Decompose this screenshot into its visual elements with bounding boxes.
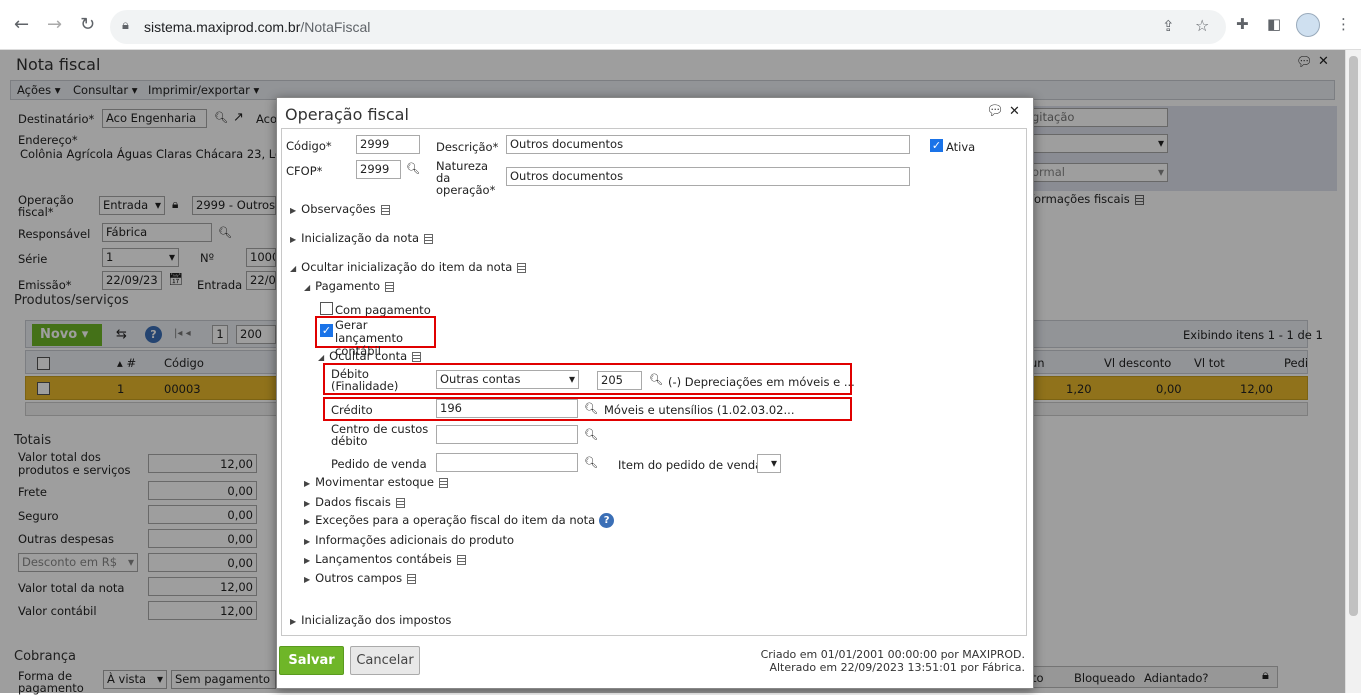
descricao-label: Descrição* <box>436 140 499 154</box>
section-pagamento[interactable]: ◢ Pagamento <box>304 279 395 293</box>
side-panel-icon[interactable]: ◧ <box>1267 15 1281 33</box>
credito-label: Crédito <box>331 403 373 417</box>
cfop-field[interactable]: 2999 <box>356 160 401 179</box>
more-menu-icon[interactable]: ⋮ <box>1336 15 1351 33</box>
section-outros-campos[interactable]: ▶ Outros campos <box>304 571 417 585</box>
extensions-icon[interactable]: ✚ <box>1236 15 1249 33</box>
com-pagamento-checkbox[interactable] <box>320 302 333 315</box>
search-icon[interactable]: 🔍︎ <box>584 428 598 441</box>
created-text: Criado em 01/01/2001 00:00:00 por MAXIPR… <box>760 648 1025 661</box>
pedido-venda-field[interactable] <box>436 453 578 472</box>
altered-text: Alterado em 22/09/2023 13:51:01 por Fábr… <box>769 661 1025 674</box>
dialog-body: Código* 2999 Descrição* Outros documento… <box>281 128 1027 636</box>
share-icon[interactable]: ⇪ <box>1162 17 1175 35</box>
section-info-adicionais[interactable]: ▶ Informações adicionais do produto <box>304 533 514 547</box>
natureza-label: Natureza da operação* <box>436 159 496 197</box>
address-bar[interactable]: 🔒︎ sistema.maxiprod.com.br/NotaFiscal ⇪ … <box>110 10 1226 44</box>
cfop-label: CFOP* <box>286 164 323 178</box>
help-icon[interactable]: ? <box>599 513 615 528</box>
debito-desc: (-) Depreciações em móveis e ... <box>668 375 855 389</box>
search-icon[interactable]: 🔍︎ <box>584 402 598 415</box>
url-path: /NotaFiscal <box>300 19 371 35</box>
url-host: sistema.maxiprod.com.br <box>144 19 301 35</box>
profile-avatar[interactable] <box>1296 13 1320 37</box>
comment-icon[interactable]: 💬︎ <box>986 103 1004 119</box>
centro-custos-label: Centro de custos débito <box>331 422 429 448</box>
credito-code-field[interactable]: 196 <box>436 399 578 418</box>
com-pagamento-label: Com pagamento <box>335 303 431 317</box>
section-inicializacao-impostos[interactable]: ▶ Inicialização dos impostos <box>290 613 451 627</box>
pedido-venda-label: Pedido de venda <box>331 457 427 471</box>
page-scrollbar[interactable] <box>1345 50 1361 693</box>
back-icon[interactable]: ← <box>14 14 29 35</box>
section-movimentar-estoque[interactable]: ▶ Movimentar estoque <box>304 475 448 489</box>
section-lancamentos[interactable]: ▶ Lançamentos contábeis <box>304 552 466 566</box>
centro-custos-field[interactable] <box>436 425 578 444</box>
section-ocultar-conta[interactable]: ◢ Ocultar conta <box>318 349 422 363</box>
section-inicializacao-nota[interactable]: ▶ Inicialização da nota <box>290 231 434 245</box>
codigo-field[interactable]: 2999 <box>356 135 420 154</box>
item-pedido-label: Item do pedido de venda <box>618 458 763 472</box>
ativa-label: Ativa <box>946 140 976 154</box>
gerar-lancamento-checkbox[interactable]: ✓ <box>320 324 333 337</box>
descricao-field[interactable]: Outros documentos <box>506 135 910 154</box>
debito-label: Débito (Finalidade) <box>331 367 399 393</box>
debito-code-field[interactable]: 205 <box>597 371 642 390</box>
codigo-label: Código* <box>286 139 332 153</box>
operacao-fiscal-dialog: Operação fiscal 💬︎ ✕ Código* 2999 Descri… <box>276 97 1034 689</box>
section-excecoes[interactable]: ▶ Exceções para a operação fiscal do item… <box>304 513 615 528</box>
close-icon[interactable]: ✕ <box>1009 104 1020 119</box>
credito-desc: Móveis e utensílios (1.02.03.02... <box>604 403 795 417</box>
item-pedido-select[interactable] <box>757 454 781 473</box>
section-ocultar-item[interactable]: ◢ Ocultar inicialização do item da nota <box>290 260 527 274</box>
audit-info: Criado em 01/01/2001 00:00:00 por MAXIPR… <box>761 648 1025 674</box>
debito-select[interactable]: Outras contas <box>436 370 579 389</box>
natureza-field[interactable]: Outros documentos <box>506 167 910 186</box>
browser-toolbar: ← → ↻ 🔒︎ sistema.maxiprod.com.br/NotaFis… <box>0 0 1361 50</box>
search-icon[interactable]: 🔍︎ <box>649 373 663 386</box>
search-icon[interactable]: 🔍︎ <box>584 456 598 469</box>
cancel-button[interactable]: Cancelar <box>350 646 420 675</box>
bookmark-star-icon[interactable]: ☆ <box>1195 16 1209 35</box>
save-button[interactable]: Salvar <box>279 646 344 675</box>
dialog-title: Operação fiscal <box>285 105 409 124</box>
reload-icon[interactable]: ↻ <box>80 14 95 35</box>
lock-icon: 🔒︎ <box>122 18 129 33</box>
section-dados-fiscais[interactable]: ▶ Dados fiscais <box>304 495 405 509</box>
forward-icon[interactable]: → <box>47 14 62 35</box>
ativa-checkbox[interactable]: ✓ <box>930 139 943 152</box>
section-observacoes[interactable]: ▶ Observações <box>290 202 390 216</box>
search-icon[interactable]: 🔍︎ <box>406 162 420 175</box>
